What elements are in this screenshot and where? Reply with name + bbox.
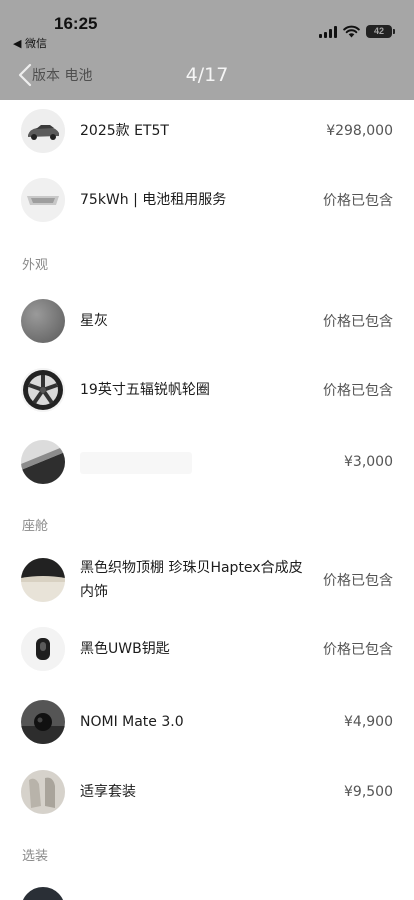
item-name: 2025款 ET5T xyxy=(80,123,169,139)
car-thumb xyxy=(21,109,65,153)
list-item[interactable]: 2025款 ET5T ¥298,000 xyxy=(0,102,414,160)
item-name: 黑色UWB钥匙 xyxy=(80,641,170,657)
item-price: 价格已包含 xyxy=(323,193,393,209)
item-price: ¥298,000 xyxy=(326,123,393,139)
item-name: 适享套装 xyxy=(80,784,136,800)
nomi-thumb xyxy=(21,700,65,744)
option-thumb xyxy=(21,887,65,900)
item-name: 黑色织物顶棚 珍珠贝Haptex合成皮内饰 xyxy=(80,560,303,600)
cellular-signal-icon xyxy=(319,25,337,38)
top-bar: 16:25 ◀ 微信 42 版本 电池 4/17 xyxy=(0,0,414,100)
wheel-thumb xyxy=(21,368,65,412)
battery-icon: 42 xyxy=(366,25,395,38)
list-item[interactable]: 75kWh | 电池租用服务 价格已包含 xyxy=(0,171,414,229)
item-name: 19英寸五辐锐帆轮圈 xyxy=(80,382,210,398)
item-name: NOMI Mate 3.0 xyxy=(80,714,184,730)
seat-package-thumb xyxy=(21,770,65,814)
item-price: ¥4,900 xyxy=(344,714,393,730)
item-name-placeholder xyxy=(80,452,192,474)
status-icons: 42 xyxy=(319,25,395,38)
battery-pack-thumb xyxy=(21,178,65,222)
list-item[interactable]: 19英寸五辐锐帆轮圈 价格已包含 xyxy=(0,361,414,419)
item-price: 价格已包含 xyxy=(323,383,393,399)
back-to-app-link[interactable]: ◀ 微信 xyxy=(13,35,47,51)
interior-thumb xyxy=(21,558,65,602)
item-price: 价格已包含 xyxy=(323,314,393,330)
status-time: 16:25 xyxy=(54,14,98,33)
list-item[interactable]: 黑色UWB钥匙 价格已包含 xyxy=(0,620,414,678)
item-price: ¥9,500 xyxy=(344,784,393,800)
item-price: 价格已包含 xyxy=(323,573,393,589)
list-item[interactable]: 黑色织物顶棚 珍珠贝Haptex合成皮内饰 价格已包含 xyxy=(0,551,414,609)
list-item[interactable]: 星灰 价格已包含 xyxy=(0,292,414,350)
page-counter: 4/17 xyxy=(185,64,229,86)
roof-thumb xyxy=(21,440,65,484)
section-title-options: 选装 xyxy=(22,849,49,864)
item-name: 75kWh | 电池租用服务 xyxy=(80,192,227,208)
item-price: ¥3,000 xyxy=(344,454,393,470)
list-item[interactable]: NOMI Mate 3.0 ¥4,900 xyxy=(0,693,414,751)
list-item[interactable]: ¥3,000 xyxy=(0,433,414,491)
item-name: 星灰 xyxy=(80,313,108,329)
key-thumb xyxy=(21,627,65,671)
section-title-cabin: 座舱 xyxy=(22,519,49,534)
color-swatch-thumb xyxy=(21,299,65,343)
wifi-icon xyxy=(343,25,360,38)
list-item[interactable]: 适享套装 ¥9,500 xyxy=(0,763,414,821)
item-price: 价格已包含 xyxy=(323,642,393,658)
section-title-exterior: 外观 xyxy=(22,258,49,273)
